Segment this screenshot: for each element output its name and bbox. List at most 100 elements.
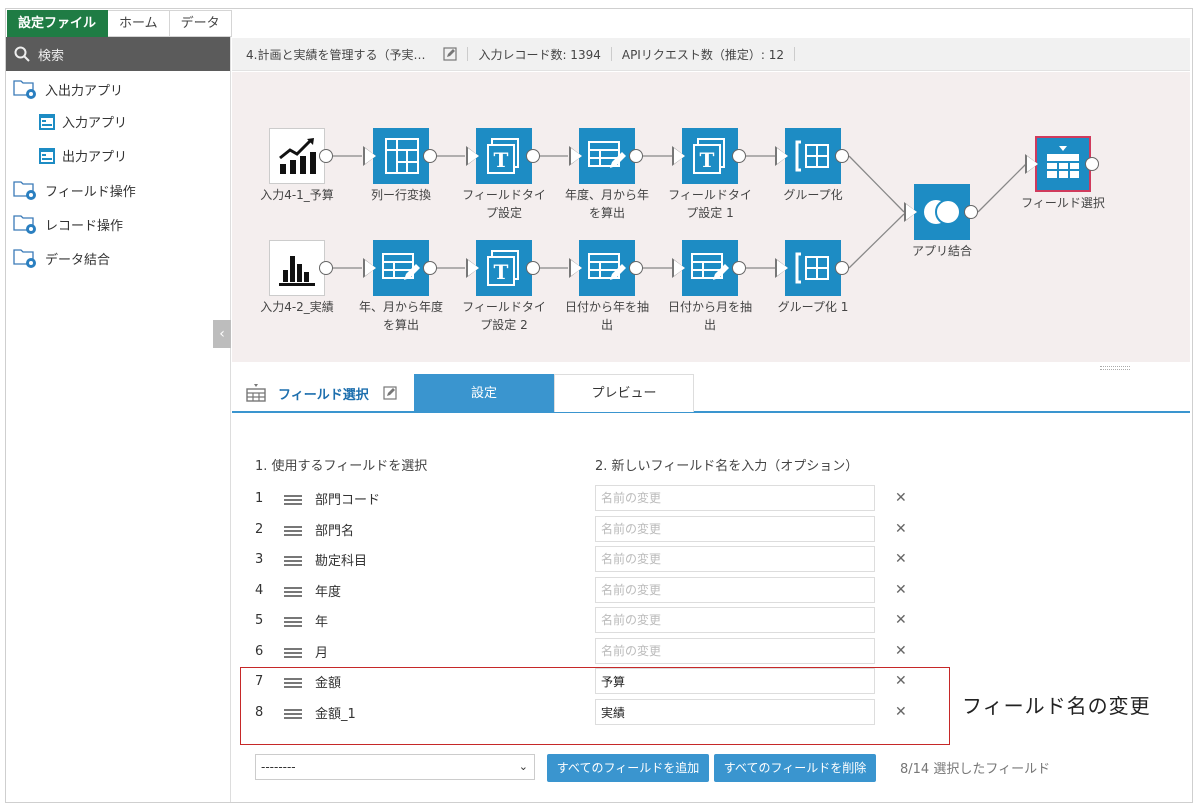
folder-gear-icon [13,249,36,268]
table-edit-icon [588,253,626,280]
collapse-sidebar-button[interactable]: ‹ [213,320,231,348]
column-header-select: 1. 使用するフィールドを選択 [255,459,428,474]
divider [793,47,795,61]
field-row: 1 部門コード ✕ [255,485,915,513]
drag-handle-icon[interactable] [284,556,302,566]
tab-config-file[interactable]: 設定ファイル [7,10,109,37]
node-input-actual[interactable] [269,240,333,296]
node-field-select[interactable] [1025,136,1099,192]
tab-preview[interactable]: プレビュー [554,374,694,412]
field-row: 4 年度 ✕ [255,577,915,605]
row-number: 5 [255,613,264,628]
text-type-icon: T [487,138,519,174]
node-extract-year[interactable] [569,240,643,296]
record-count: 入力レコード数: 1394 [478,47,601,62]
remove-icon[interactable]: ✕ [895,643,907,659]
app-icon [39,113,55,130]
text-type-icon: T [487,250,519,286]
rename-input[interactable] [595,607,875,633]
sidebar-item-label: データ結合 [45,252,111,268]
rename-input[interactable] [595,546,875,572]
node-app-join[interactable] [904,184,978,240]
edit-icon[interactable] [443,47,458,61]
node-label: フィールドタイ [668,188,752,202]
field-row: 3 勘定科目 ✕ [255,546,915,574]
chevron-down-icon: ⌄ [518,760,528,773]
drag-handle-icon[interactable] [284,526,302,536]
panel-title: フィールド選択 [232,384,414,403]
unpivot-icon [385,138,419,174]
flow-title: 4.計画と実績を管理する（予実… [246,47,426,62]
node-calc-year[interactable] [569,128,643,184]
node-label: フィールドタイ [462,188,546,202]
table-edit-icon [588,141,626,168]
rename-input[interactable] [595,516,875,542]
tab-home[interactable]: ホーム [108,10,170,37]
node-label: 日付から年を抽 [564,300,649,314]
field-name: 年度 [315,585,342,600]
drag-handle-icon[interactable] [284,617,302,627]
sidebar-item-record-ops[interactable]: レコード操作 [13,213,123,235]
row-number: 1 [255,491,264,506]
node-field-type-3[interactable]: T [466,240,540,296]
top-tabs: 設定ファイル ホーム データ [7,10,232,37]
sidebar-item-io-apps[interactable]: 入出力アプリ [13,78,123,100]
node-field-type-2[interactable]: T [672,128,746,184]
sidebar-item-field-ops[interactable]: フィールド操作 [13,179,136,201]
rename-input[interactable] [595,485,875,511]
add-all-fields-button[interactable]: すべてのフィールドを追加 [547,754,709,782]
remove-icon[interactable]: ✕ [895,612,907,628]
node-group-by[interactable] [775,128,849,184]
tab-data[interactable]: データ [169,10,232,37]
edit-icon[interactable] [383,386,397,400]
rename-input[interactable] [595,638,875,664]
field-row: 2 部門名 ✕ [255,516,915,544]
node-field-type-1[interactable]: T [466,128,540,184]
divider [467,47,469,61]
group-icon [795,252,829,284]
svg-text:T: T [494,148,509,172]
column-header-rename: 2. 新しいフィールド名を入力（オプション） [595,459,859,474]
row-number: 6 [255,644,264,659]
folder-gear-icon [13,80,36,99]
node-label: プ設定 1 [686,206,734,220]
sidebar-item-data-join[interactable]: データ結合 [13,247,110,269]
text-type-icon: T [693,138,725,174]
field-name: 勘定科目 [315,554,368,569]
rename-input[interactable] [595,577,875,603]
sidebar-item-input-app[interactable]: 入力アプリ [38,112,127,131]
node-label: プ設定 2 [480,318,528,332]
node-unpivot[interactable] [363,128,437,184]
node-calc-fiscal-year[interactable] [363,240,437,296]
node-input-budget[interactable] [269,128,333,184]
sidebar-item-label: レコード操作 [45,218,124,234]
field-select-icon [246,384,266,402]
drag-handle-icon[interactable] [284,587,302,597]
node-extract-month[interactable] [672,240,746,296]
flow-info-bar: 4.計画と実績を管理する（予実… 入力レコード数: 1394 APIリクエスト数… [232,38,1190,71]
search-bar[interactable]: 検索 [6,37,230,71]
tab-settings[interactable]: 設定 [414,374,554,412]
node-label: を算出 [382,318,419,332]
dropdown-value: -------- [261,760,296,774]
sidebar-item-output-app[interactable]: 出力アプリ [38,146,127,165]
drag-handle-icon[interactable] [284,495,302,505]
resize-handle[interactable] [1100,366,1130,370]
chart-up-icon [279,138,316,174]
node-label: を算出 [588,206,625,220]
app-icon [39,147,55,164]
remove-icon[interactable]: ✕ [895,582,907,598]
sidebar-item-label: フィールド操作 [45,184,136,200]
field-dropdown[interactable]: -------- ⌄ [255,754,535,780]
flow-canvas[interactable]: 入力4-1_予算 列ー行変換 T フィールドタイ プ設定 年度、月から年 を算出 [232,72,1190,362]
node-group-by-1[interactable] [775,240,849,296]
remove-icon[interactable]: ✕ [895,521,907,537]
drag-handle-icon[interactable] [284,648,302,658]
divider [610,47,612,61]
table-edit-icon [382,253,420,280]
remove-icon[interactable]: ✕ [895,551,907,567]
node-label: 列ー行変換 [370,188,431,202]
remove-icon[interactable]: ✕ [895,490,907,506]
remove-all-fields-button[interactable]: すべてのフィールドを削除 [714,754,876,782]
api-count: APIリクエスト数（推定）: 12 [621,47,784,62]
